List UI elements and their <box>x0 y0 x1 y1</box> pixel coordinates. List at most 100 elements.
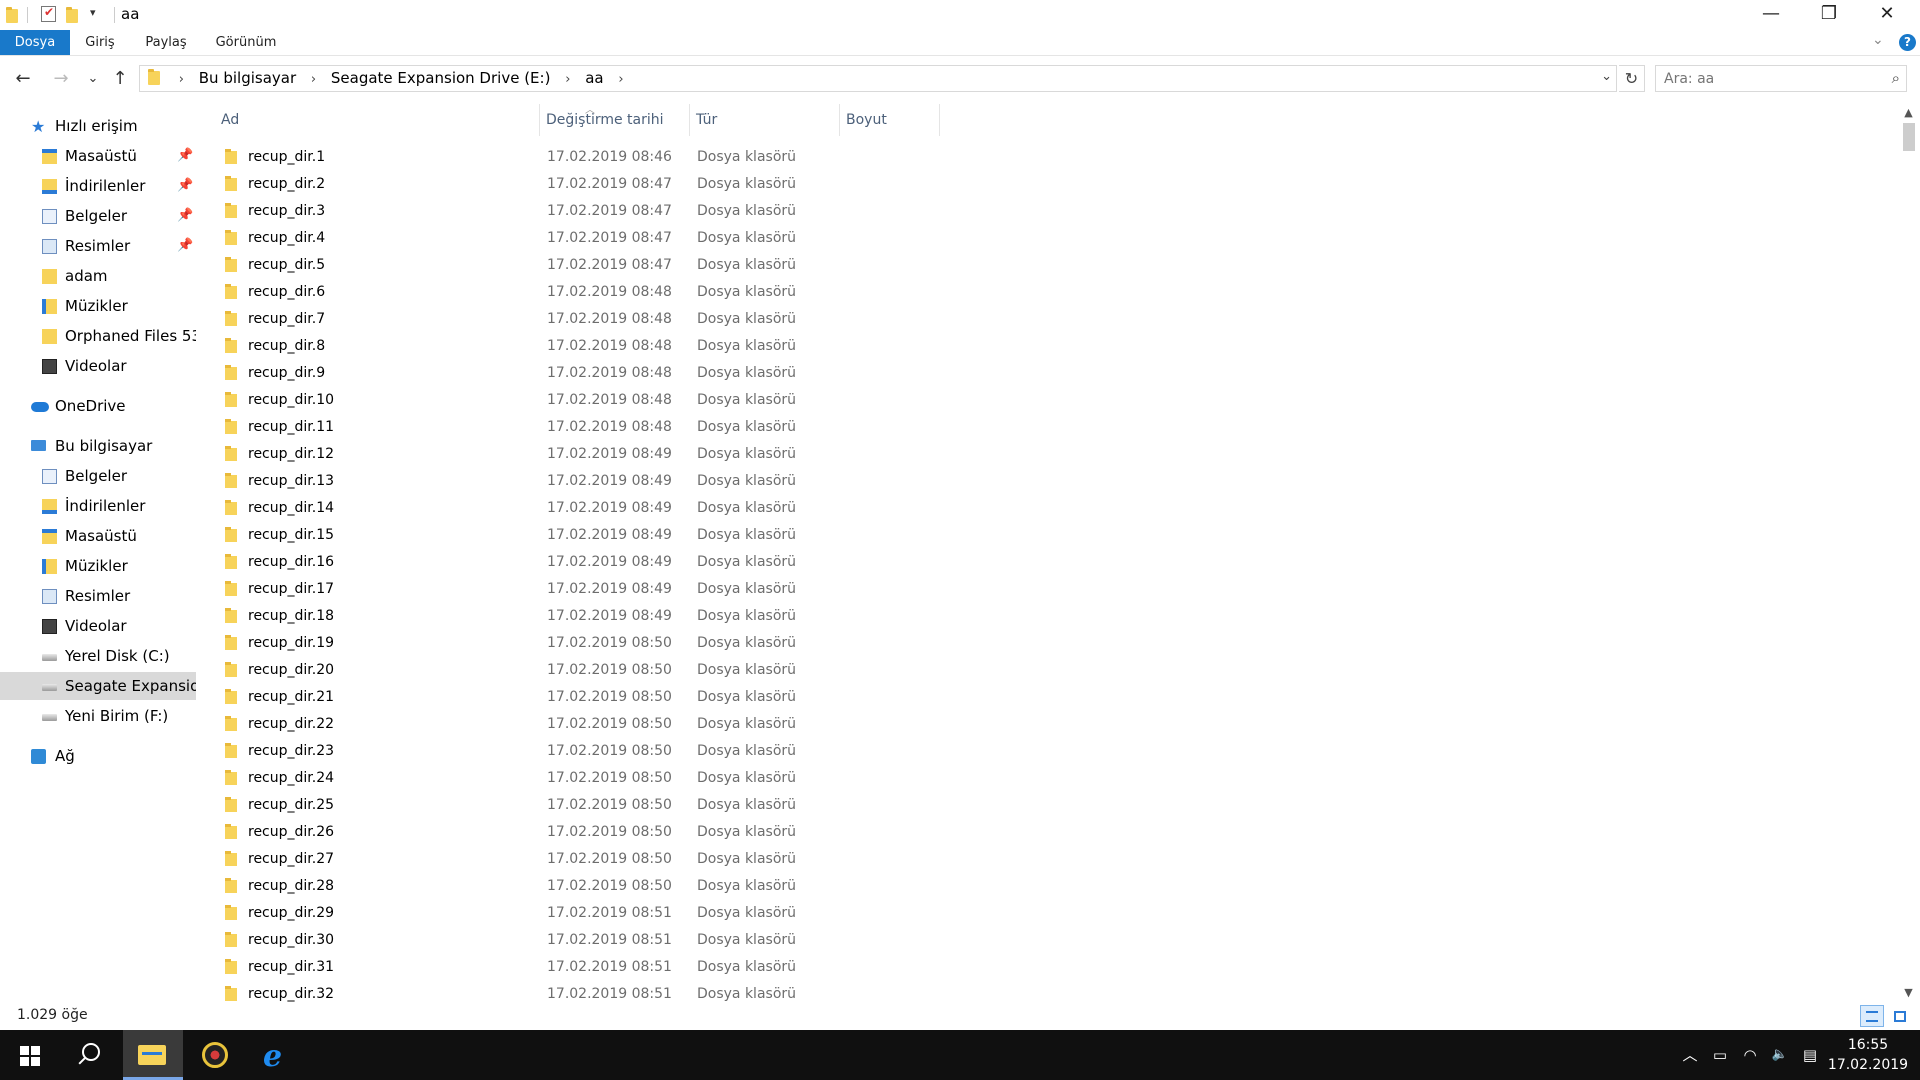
nav-item[interactable]: Masaüstü <box>0 522 196 550</box>
nav-item[interactable]: Müzikler <box>0 292 196 320</box>
file-row[interactable]: recup_dir.14 17.02.2019 08:49 Dosya klasör… <box>215 495 1895 522</box>
file-row[interactable]: recup_dir.1 17.02.2019 08:46 Dosya klasörü <box>215 144 1895 171</box>
column-name-header[interactable]: Ad <box>215 104 540 136</box>
file-row[interactable]: recup_dir.8 17.02.2019 08:48 Dosya klasörü <box>215 333 1895 360</box>
file-row[interactable]: recup_dir.23 17.02.2019 08:50 Dosya klasör… <box>215 738 1895 765</box>
tab-share[interactable]: Paylaş <box>136 30 196 55</box>
start-button[interactable] <box>0 1030 60 1080</box>
pin-icon[interactable]: 📌 <box>177 232 193 260</box>
breadcrumb-separator[interactable]: › <box>311 72 316 87</box>
column-type-header[interactable]: Tür <box>690 104 840 136</box>
column-size-header[interactable]: Boyut <box>840 104 940 136</box>
file-row[interactable]: recup_dir.17 17.02.2019 08:49 Dosya klasör… <box>215 576 1895 603</box>
help-icon[interactable]: ? <box>1899 34 1916 51</box>
taskbar-internet-explorer[interactable]: e <box>247 1030 307 1080</box>
file-row[interactable]: recup_dir.15 17.02.2019 08:49 Dosya klasör… <box>215 522 1895 549</box>
file-row[interactable]: recup_dir.7 17.02.2019 08:48 Dosya klasörü <box>215 306 1895 333</box>
refresh-button[interactable]: ↻ <box>1619 65 1645 92</box>
file-row[interactable]: recup_dir.28 17.02.2019 08:50 Dosya klasör… <box>215 873 1895 900</box>
nav-item[interactable]: Yerel Disk (C:) <box>0 642 196 670</box>
clock[interactable]: 16:55 17.02.2019 <box>1822 1035 1914 1075</box>
vertical-scrollbar[interactable]: ▲ ▼ <box>1900 104 1917 1002</box>
close-button[interactable]: ✕ <box>1858 0 1916 30</box>
file-row[interactable]: recup_dir.27 17.02.2019 08:50 Dosya klasör… <box>215 846 1895 873</box>
breadcrumb-separator[interactable]: › <box>618 72 623 87</box>
column-date-header[interactable]: Değiştirme tarihi <box>540 104 690 136</box>
file-row[interactable]: recup_dir.10 17.02.2019 08:48 Dosya klasör… <box>215 387 1895 414</box>
breadcrumb-drive[interactable]: Seagate Expansion Drive (E:) <box>331 69 551 87</box>
file-row[interactable]: recup_dir.31 17.02.2019 08:51 Dosya klasör… <box>215 954 1895 981</box>
scroll-down-arrow-icon[interactable]: ▼ <box>1900 984 1917 1001</box>
nav-item[interactable]: Masaüstü 📌 <box>0 142 196 170</box>
nav-item[interactable]: Videolar <box>0 352 196 380</box>
nav-item[interactable]: Müzikler <box>0 552 196 580</box>
file-row[interactable]: recup_dir.9 17.02.2019 08:48 Dosya klasörü <box>215 360 1895 387</box>
maximize-button[interactable]: ❐ <box>1800 0 1858 30</box>
file-row[interactable]: recup_dir.6 17.02.2019 08:48 Dosya klasörü <box>215 279 1895 306</box>
back-button[interactable]: ← <box>10 66 36 92</box>
file-row[interactable]: recup_dir.12 17.02.2019 08:49 Dosya klasör… <box>215 441 1895 468</box>
taskbar-search-button[interactable] <box>60 1030 120 1080</box>
new-folder-icon[interactable] <box>66 7 80 23</box>
forward-button[interactable]: → <box>48 66 74 92</box>
file-row[interactable]: recup_dir.3 17.02.2019 08:47 Dosya klasörü <box>215 198 1895 225</box>
customize-qat-icon[interactable]: ▾ <box>90 6 96 19</box>
search-icon[interactable]: ⌕ <box>1892 69 1900 87</box>
file-row[interactable]: recup_dir.5 17.02.2019 08:47 Dosya klasörü <box>215 252 1895 279</box>
wifi-icon[interactable]: ◠ <box>1738 1030 1762 1080</box>
nav-item[interactable]: Ağ <box>0 742 196 770</box>
nav-item[interactable]: Resimler 📌 <box>0 232 196 260</box>
large-icons-view-button[interactable] <box>1888 1005 1912 1027</box>
breadcrumb-current-folder[interactable]: aa <box>585 69 603 87</box>
file-row[interactable]: recup_dir.22 17.02.2019 08:50 Dosya klasör… <box>215 711 1895 738</box>
nav-item[interactable]: Seagate Expansion <box>0 672 196 700</box>
pin-icon[interactable]: 📌 <box>177 172 193 200</box>
nav-item[interactable]: ★ Hızlı erişim <box>0 112 196 140</box>
file-row[interactable]: recup_dir.30 17.02.2019 08:51 Dosya klasör… <box>215 927 1895 954</box>
show-hidden-icons-button[interactable]: ︿ <box>1678 1030 1702 1080</box>
file-row[interactable]: recup_dir.18 17.02.2019 08:49 Dosya klasör… <box>215 603 1895 630</box>
nav-item[interactable]: adam <box>0 262 196 290</box>
file-row[interactable]: recup_dir.2 17.02.2019 08:47 Dosya klasörü <box>215 171 1895 198</box>
file-row[interactable]: recup_dir.13 17.02.2019 08:49 Dosya klasör… <box>215 468 1895 495</box>
file-row[interactable]: recup_dir.32 17.02.2019 08:51 Dosya klasör… <box>215 981 1895 1004</box>
file-row[interactable]: recup_dir.4 17.02.2019 08:47 Dosya klasörü <box>215 225 1895 252</box>
up-button[interactable]: ↑ <box>107 66 133 92</box>
breadcrumb-separator[interactable]: › <box>179 72 184 87</box>
taskbar-app[interactable] <box>185 1030 245 1080</box>
nav-item[interactable]: Yeni Birim (F:) <box>0 702 196 730</box>
nav-item[interactable]: Belgeler <box>0 462 196 490</box>
details-view-button[interactable] <box>1860 1005 1884 1027</box>
nav-item[interactable]: İndirilenler <box>0 492 196 520</box>
nav-item[interactable]: Resimler <box>0 582 196 610</box>
properties-icon[interactable]: ✔ <box>41 5 56 22</box>
file-row[interactable]: recup_dir.19 17.02.2019 08:50 Dosya klasör… <box>215 630 1895 657</box>
file-row[interactable]: recup_dir.24 17.02.2019 08:50 Dosya klasör… <box>215 765 1895 792</box>
address-dropdown-icon[interactable]: ⌄ <box>1601 69 1612 84</box>
notifications-icon[interactable]: ▤ <box>1798 1030 1822 1080</box>
search-box[interactable]: ⌕ <box>1655 65 1907 92</box>
file-row[interactable]: recup_dir.21 17.02.2019 08:50 Dosya klasör… <box>215 684 1895 711</box>
battery-icon[interactable]: ▭ <box>1708 1030 1732 1080</box>
nav-item[interactable]: Belgeler 📌 <box>0 202 196 230</box>
taskbar-file-explorer[interactable] <box>123 1030 183 1080</box>
nav-item[interactable]: Orphaned Files 5313 <box>0 322 196 350</box>
file-row[interactable]: recup_dir.11 17.02.2019 08:48 Dosya klasör… <box>215 414 1895 441</box>
tab-file[interactable]: Dosya <box>0 30 70 55</box>
address-bar[interactable]: › Bu bilgisayar › Seagate Expansion Driv… <box>139 65 1617 92</box>
search-input[interactable] <box>1664 69 1864 89</box>
tab-view[interactable]: Görünüm <box>210 30 282 55</box>
nav-item[interactable]: İndirilenler 📌 <box>0 172 196 200</box>
pin-icon[interactable]: 📌 <box>177 202 193 230</box>
file-row[interactable]: recup_dir.29 17.02.2019 08:51 Dosya klasör… <box>215 900 1895 927</box>
file-row[interactable]: recup_dir.26 17.02.2019 08:50 Dosya klasör… <box>215 819 1895 846</box>
breadcrumb-this-pc[interactable]: Bu bilgisayar <box>199 69 296 87</box>
file-row[interactable]: recup_dir.20 17.02.2019 08:50 Dosya klasör… <box>215 657 1895 684</box>
nav-item[interactable]: Bu bilgisayar <box>0 432 196 460</box>
nav-item[interactable]: Videolar <box>0 612 196 640</box>
file-row[interactable]: recup_dir.16 17.02.2019 08:49 Dosya klasör… <box>215 549 1895 576</box>
expand-ribbon-icon[interactable]: ⌄ <box>1872 32 1884 48</box>
tab-home[interactable]: Giriş <box>70 30 130 55</box>
nav-item[interactable]: OneDrive <box>0 392 196 420</box>
minimize-button[interactable]: — <box>1742 0 1800 30</box>
